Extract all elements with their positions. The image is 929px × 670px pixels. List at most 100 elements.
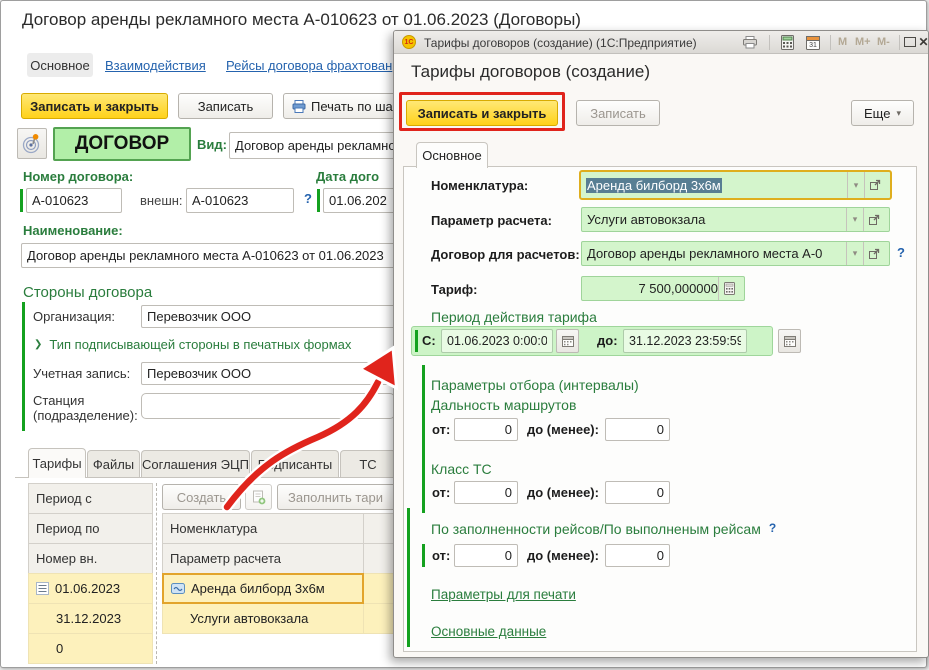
more-button[interactable]: Еще ▾: [851, 100, 914, 126]
period-from-header-label: Период с: [36, 491, 92, 506]
tariff-field-value: 7 500,000000: [587, 281, 718, 296]
calendar-picker-icon[interactable]: [778, 329, 801, 353]
dialog-tab-osnovnoe[interactable]: Основное: [416, 142, 488, 168]
trip-fill-from-field[interactable]: 0: [454, 544, 518, 567]
sign-type-link[interactable]: ❯ Тип подписывающей стороны в печатных ф…: [34, 337, 351, 352]
tab-soglasheniya[interactable]: Соглашения ЭЦП: [141, 450, 250, 478]
open-icon[interactable]: [864, 172, 885, 198]
nomenclature-item-icon: [171, 583, 185, 594]
number-help-icon[interactable]: ?: [304, 191, 312, 206]
calculator-icon[interactable]: [776, 34, 798, 51]
close-icon[interactable]: ✕: [917, 34, 929, 50]
trip-fill-to-field[interactable]: 0: [605, 544, 670, 567]
open-icon[interactable]: [863, 242, 884, 265]
save-button[interactable]: Записать: [178, 93, 273, 119]
tab-ts[interactable]: ТС: [340, 450, 396, 478]
tab-reysy-dogovora[interactable]: Рейсы договора фрахтован: [226, 58, 392, 73]
grid-header-calc-param[interactable]: Параметр расчета: [162, 543, 364, 574]
print-titlebar-icon[interactable]: [738, 34, 762, 51]
vehicle-class-to-field[interactable]: 0: [605, 481, 670, 504]
date-field[interactable]: 01.06.202: [323, 188, 399, 213]
save-close-button[interactable]: Записать и закрыть: [21, 93, 168, 119]
record-marker-icon: [36, 582, 49, 595]
dropdown-icon[interactable]: ▾: [846, 242, 863, 265]
page-title: Договор аренды рекламного места А-010623…: [22, 10, 581, 30]
tab-ts-label: ТС: [359, 457, 376, 472]
period-from-header[interactable]: Период с: [28, 483, 153, 514]
table-row-number-int[interactable]: 0: [28, 633, 153, 664]
number-int-header[interactable]: Номер вн.: [28, 543, 153, 574]
titlebar-separator: [830, 35, 831, 50]
grid-row-calc-param[interactable]: Услуги автовокзала: [162, 603, 364, 634]
calendar-icon[interactable]: 31: [802, 34, 824, 51]
calendar-picker-icon[interactable]: [556, 329, 579, 353]
required-bar: [415, 330, 418, 352]
ext-number-field[interactable]: А-010623: [186, 188, 294, 213]
tab-vzaimodeystviya[interactable]: Взаимодействия: [105, 58, 206, 73]
station-field[interactable]: [141, 393, 395, 419]
calculator-small-icon[interactable]: [718, 277, 739, 300]
name-field[interactable]: Договор аренды рекламного места А-010623…: [21, 243, 395, 268]
fill-tariffs-button[interactable]: Заполнить тари: [277, 484, 397, 510]
vehicle-class-from-field[interactable]: 0: [454, 481, 518, 504]
kind-label: Вид:: [197, 137, 227, 152]
account-field[interactable]: Перевозчик ООО: [141, 362, 395, 385]
kind-field[interactable]: Договор аренды рекламного ме: [229, 132, 399, 159]
interval-trip-fill-title-row: По заполненности рейсов/По выполненым ре…: [431, 521, 776, 537]
period-from-field[interactable]: 01.06.2023 0:00:00: [441, 329, 553, 353]
route-distance-from-value: 0: [460, 422, 512, 437]
grid-row-nomenclature[interactable]: Аренда билборд 3х6м: [162, 573, 364, 604]
open-icon[interactable]: [863, 208, 884, 231]
grid-header-nomenclature[interactable]: Номенклатура: [162, 513, 364, 544]
copy-add-icon[interactable]: [245, 484, 272, 510]
dialog-save-button[interactable]: Записать: [576, 100, 660, 126]
tab-soglasheniya-label: Соглашения ЭЦП: [142, 457, 249, 472]
titlebar-separator: [899, 35, 900, 50]
nomenclature-field-value: Аренда билборд 3х6м: [586, 178, 847, 193]
print-params-link[interactable]: Параметры для печати: [431, 587, 576, 602]
interval-route-distance-title: Дальность маршрутов: [431, 397, 576, 413]
table-row-period-from[interactable]: 01.06.2023: [28, 573, 153, 604]
memory-mplus-button[interactable]: M+: [855, 36, 871, 48]
chevron-right-icon: ❯: [34, 339, 42, 350]
period-header: Период действия тарифа: [431, 309, 597, 325]
grid-row-calc-param-value: Услуги автовокзала: [190, 611, 308, 626]
tab-fayly[interactable]: Файлы: [87, 450, 140, 478]
org-field[interactable]: Перевозчик ООО: [141, 305, 395, 328]
main-data-link[interactable]: Основные данные: [431, 624, 546, 639]
nomenclature-field[interactable]: Аренда билборд 3х6м ▾: [579, 170, 892, 200]
grid-header-extra: [363, 543, 397, 574]
name-field-value: Договор аренды рекламного места А-010623…: [27, 248, 389, 263]
contract-help-icon[interactable]: ?: [897, 245, 905, 260]
tab-tarify-label: Тарифы: [32, 456, 81, 471]
dropdown-icon[interactable]: ▾: [846, 208, 863, 231]
create-button[interactable]: Создать: [162, 484, 241, 510]
doc-type-badge: ДОГОВОР: [53, 127, 191, 161]
table-row-period-to[interactable]: 31.12.2023: [28, 603, 153, 634]
route-distance-to-field[interactable]: 0: [605, 418, 670, 441]
period-to-header[interactable]: Период по: [28, 513, 153, 544]
memory-mminus-button[interactable]: M-: [877, 36, 890, 48]
to-less-label: до (менее):: [527, 548, 599, 563]
print-button[interactable]: Печать по ша: [283, 93, 399, 119]
tariff-field[interactable]: 7 500,000000: [581, 276, 745, 301]
table-splitter[interactable]: [156, 483, 157, 664]
dropdown-icon[interactable]: ▾: [847, 172, 864, 198]
route-distance-from-field[interactable]: 0: [454, 418, 518, 441]
period-to-field-value: 31.12.2023 23:59:59: [629, 334, 741, 348]
contract-icon: [17, 128, 47, 159]
period-to-label: до:: [597, 333, 618, 348]
number-field[interactable]: А-010623: [26, 188, 122, 213]
memory-m-button[interactable]: M: [838, 36, 847, 48]
calc-param-field[interactable]: Услуги автовокзала ▾: [581, 207, 890, 232]
period-to-field[interactable]: 31.12.2023 23:59:59: [623, 329, 747, 353]
maximize-icon[interactable]: [903, 36, 916, 48]
tab-podpisanty[interactable]: Подписанты: [251, 450, 339, 478]
interval-trip-fill-title: По заполненности рейсов/По выполненым ре…: [431, 521, 761, 537]
tariff-label: Тариф:: [431, 282, 477, 297]
tab-osnovnoe[interactable]: Основное: [27, 53, 93, 77]
trip-fill-help-icon[interactable]: ?: [769, 521, 776, 535]
tab-tarify[interactable]: Тарифы: [28, 448, 86, 478]
contract-field[interactable]: Договор аренды рекламного места А-0 ▾: [581, 241, 890, 266]
dialog-save-close-button[interactable]: Записать и закрыть: [406, 100, 558, 126]
